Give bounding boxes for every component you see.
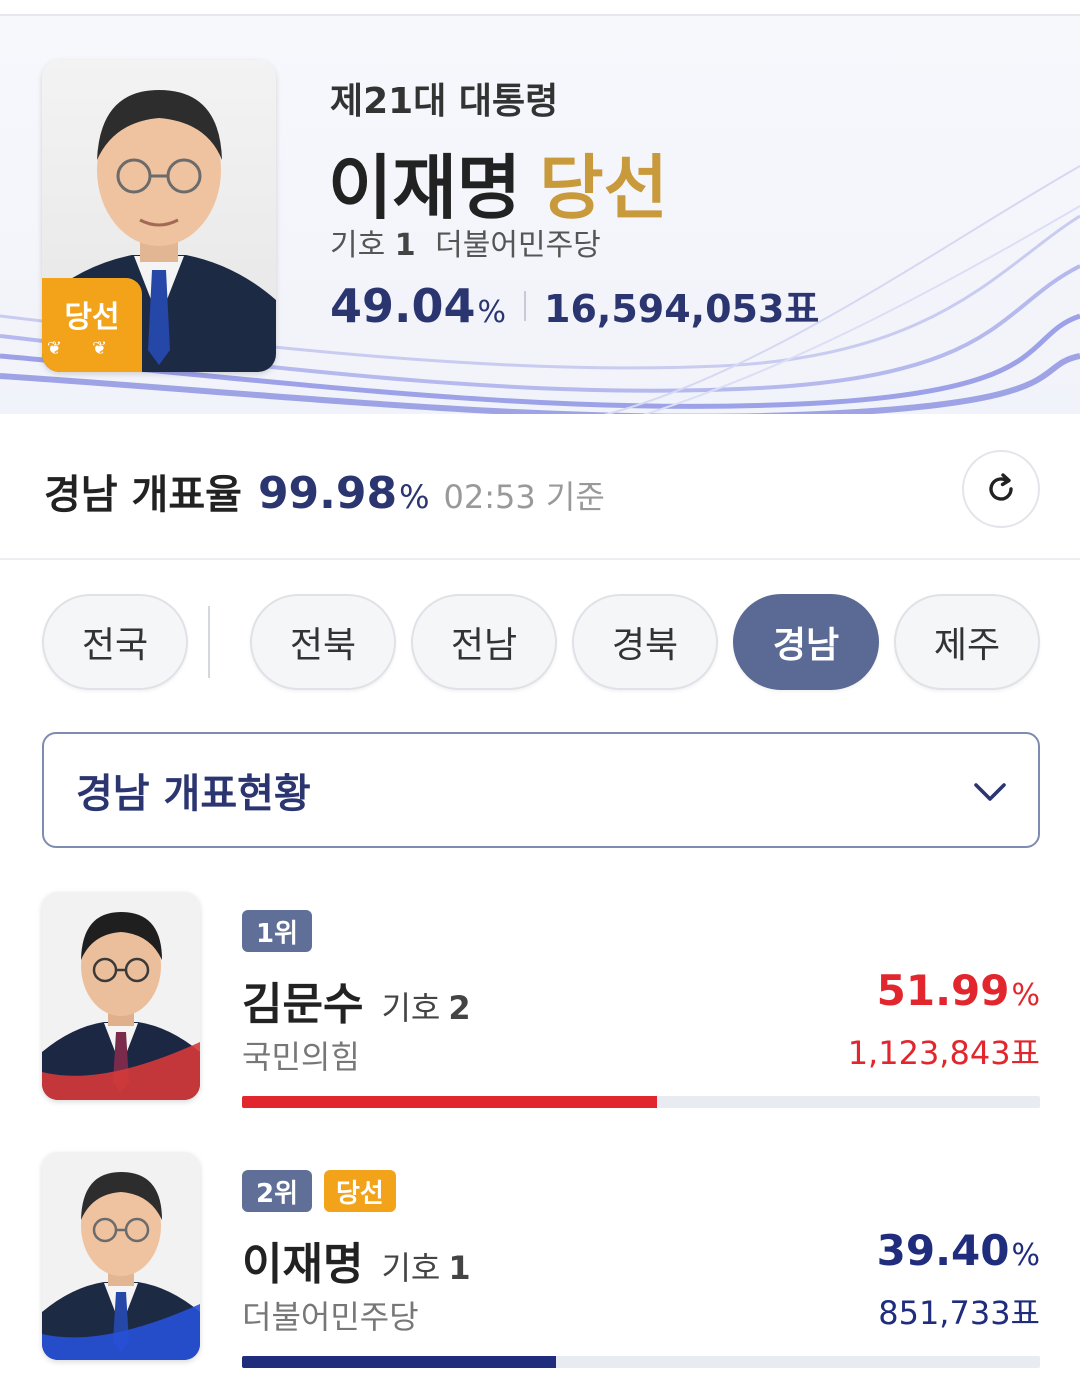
- laurel-icon: ❦❦: [46, 337, 138, 359]
- winner-pct-sign: %: [477, 295, 507, 330]
- region-tab-jeju[interactable]: 제주: [894, 594, 1040, 690]
- winner-hero-banner: 당선 ❦❦ 제21대 대통령 이재명 당선 기호 1 더불어민주당 49.04% …: [0, 14, 1080, 414]
- candidate-party: 국민의힘: [242, 1038, 360, 1076]
- count-rate-row: 경남 개표율 99.98% 02:53 기준: [0, 416, 1080, 560]
- elected-badge-label: 당선: [64, 299, 120, 335]
- refresh-icon: [989, 473, 1013, 501]
- count-rate-pct-sign: %: [399, 478, 430, 516]
- candidate-party: 더불어민주당: [242, 1298, 419, 1336]
- candidate-badges: 2위 당선: [242, 1170, 396, 1212]
- winner-name-row: 이재명 당선: [328, 132, 668, 233]
- candidate-row[interactable]: 2위 당선 이재명 기호 1 더불어민주당 39.40% 851,733표: [0, 1152, 1080, 1392]
- candidate-pct: 51.99%: [877, 966, 1040, 1015]
- candidate-name: 이재명: [242, 1239, 364, 1290]
- portrait-illustration: [42, 1172, 200, 1360]
- refresh-button[interactable]: [962, 450, 1040, 528]
- candidate-votes: 1,123,843표: [847, 1034, 1040, 1072]
- region-tab-gyeongnam[interactable]: 경남: [733, 594, 879, 690]
- candidate-badges: 1위: [242, 910, 313, 952]
- election-title: 제21대 대통령: [330, 81, 559, 122]
- winner-name: 이재명: [328, 147, 522, 229]
- results-view-label: 경남 개표현황: [76, 771, 311, 817]
- candidate-number-label: 기호: [381, 989, 441, 1027]
- winner-elected-label: 당선: [539, 147, 669, 229]
- count-rate-pct: 99.98: [257, 468, 398, 519]
- results-view-select[interactable]: 경남 개표현황: [42, 732, 1040, 848]
- candidate-votes: 851,733표: [878, 1294, 1040, 1332]
- portrait-illustration: [42, 912, 200, 1100]
- candidate-name: 김문수: [242, 979, 364, 1030]
- rank-badge: 1위: [242, 910, 313, 952]
- winner-number-label: 기호: [330, 228, 386, 263]
- candidate-name-row: 김문수 기호 2: [242, 968, 471, 1032]
- elected-badge: 당선: [324, 1170, 396, 1212]
- region-tab-jeonnam[interactable]: 전남: [411, 594, 557, 690]
- winner-number: 1: [394, 228, 416, 263]
- rank-badge: 2위: [242, 1170, 313, 1212]
- winner-photo: 당선 ❦❦: [42, 60, 276, 372]
- candidate-pct-value: 51.99: [876, 966, 1010, 1015]
- winner-party: 더불어민주당: [435, 228, 601, 263]
- vote-share-bar: [242, 1356, 1040, 1368]
- candidate-name-row: 이재명 기호 1: [242, 1228, 471, 1292]
- winner-votes: 16,594,053표: [544, 287, 820, 331]
- elected-badge: 당선 ❦❦: [42, 278, 142, 372]
- stats-divider: [524, 290, 527, 321]
- region-tab-jeonbuk[interactable]: 전북: [250, 594, 396, 690]
- count-rate-label: 경남 개표율: [44, 472, 242, 518]
- count-rate-text: 경남 개표율 99.98% 02:53 기준: [44, 462, 605, 520]
- region-divider: [208, 606, 210, 678]
- candidate-photo: [42, 1152, 200, 1360]
- candidate-pct-sign: %: [1011, 978, 1040, 1013]
- vote-share-fill: [242, 1096, 657, 1108]
- winner-pct: 49.04: [330, 279, 476, 333]
- vote-share-bar: [242, 1096, 1040, 1108]
- candidate-pct: 39.40%: [877, 1226, 1040, 1275]
- winner-meta: 기호 1 더불어민주당: [330, 220, 601, 264]
- candidate-row[interactable]: 1위 김문수 기호 2 국민의힘 51.99% 1,123,843표: [0, 892, 1080, 1132]
- candidate-number-label: 기호: [381, 1249, 441, 1287]
- count-rate-time: 02:53 기준: [443, 478, 605, 516]
- candidate-pct-value: 39.40: [876, 1226, 1010, 1275]
- candidate-number: 2: [448, 989, 471, 1027]
- region-tabs: 전국 전북 전남 경북 경남 제주: [42, 594, 1042, 690]
- candidate-pct-sign: %: [1011, 1238, 1040, 1273]
- candidate-number: 1: [448, 1249, 471, 1287]
- region-tab-gyeongbuk[interactable]: 경북: [572, 594, 718, 690]
- region-tab-national[interactable]: 전국: [42, 594, 188, 690]
- winner-stats: 49.04% 16,594,053표: [330, 278, 819, 333]
- chevron-down-icon: [974, 783, 1006, 801]
- candidate-photo: [42, 892, 200, 1100]
- vote-share-fill: [242, 1356, 557, 1368]
